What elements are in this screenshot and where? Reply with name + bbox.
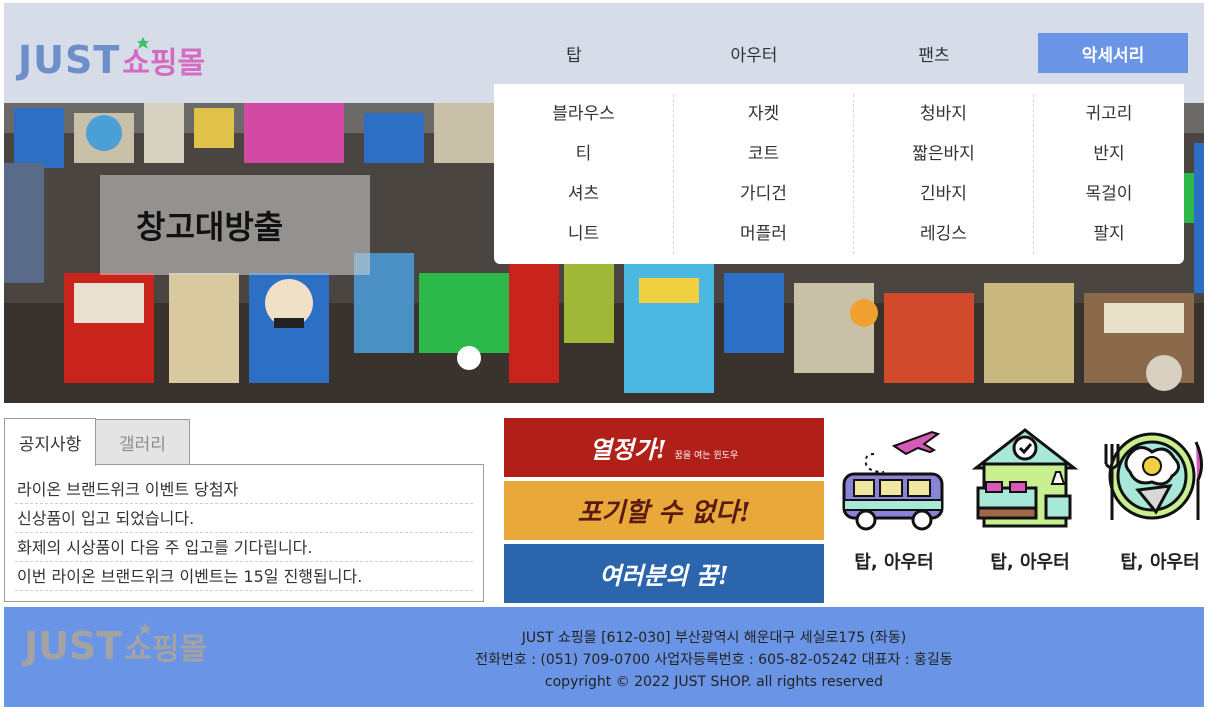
footer-contact: 전화번호 : (051) 709-0700 사업자등록번호 : 605-82-0… [475, 652, 953, 668]
house-bedroom-icon [971, 428, 1079, 528]
submenu-item[interactable]: 머플러 [740, 214, 787, 254]
ad-banner-never-give-up[interactable]: 포기할 수 없다! [504, 481, 824, 540]
logo-shop-label: 쇼핑몰 [122, 46, 206, 81]
ad-banner-your-dream[interactable]: 여러분의 꿈! [504, 544, 824, 603]
footer-address: JUST 쇼핑몰 [612-030] 부산광역시 해운대구 세실로175 (좌동… [521, 630, 907, 646]
menu-item-accessory[interactable]: 악세서리 [1038, 33, 1188, 73]
ad-text: 열정가! [589, 435, 667, 464]
category-card[interactable]: 탑, 아우터 [834, 418, 954, 603]
submenu-item[interactable]: 블라우스 [552, 94, 615, 134]
submenu-item[interactable]: 짧은바지 [912, 134, 975, 174]
tab-gallery[interactable]: 갤러리 [95, 419, 190, 465]
submenu-item[interactable]: 가디건 [740, 174, 787, 214]
ad-text: 포기할 수 없다! [577, 498, 751, 528]
travel-van-icon [842, 430, 944, 531]
submenu-item[interactable]: 레깅스 [920, 214, 967, 254]
main-menu: 탑 아우터 팬츠 악세서리 [484, 33, 1204, 73]
notice-list: 라이온 브랜드위크 이벤트 당첨자 신상품이 입고 되었습니다. 화제의 시상품… [4, 464, 484, 602]
submenu-column-outer: 자켓 코트 가디건 머플러 [674, 94, 854, 254]
menu-item-top[interactable]: 탑 [484, 33, 664, 73]
site-logo[interactable]: JUST 쇼핑몰 [18, 29, 205, 79]
menu-item-outer[interactable]: 아우터 [664, 33, 844, 73]
submenu-item[interactable]: 긴바지 [920, 174, 967, 214]
menu-item-pants[interactable]: 팬츠 [844, 33, 1024, 73]
submenu-item[interactable]: 팔지 [1093, 214, 1124, 254]
site-footer: JUST 쇼핑몰 JUST 쇼핑몰 [612-030] 부산광역시 해운대구 세… [4, 607, 1204, 707]
submenu-item[interactable]: 니트 [568, 214, 599, 254]
ad-banner-passion[interactable]: 열정가! 꿈을 여는 윈도우 [504, 418, 824, 477]
submenu-dropdown: 블라우스 티 셔츠 니트 자켓 코트 가디건 머플러 청바지 짧은바지 긴바지 … [494, 84, 1184, 264]
category-card[interactable]: 탑, 아우터 [970, 418, 1090, 603]
card-label: 탑, 아우터 [990, 552, 1070, 573]
submenu-item[interactable]: 셔츠 [568, 174, 599, 214]
category-cards: 탑, 아우터 탑, 아우터 탑, 아우터 [834, 418, 1209, 603]
submenu-item[interactable]: 귀고리 [1086, 94, 1133, 134]
submenu-column-pants: 청바지 짧은바지 긴바지 레깅스 [854, 94, 1034, 254]
leaf-icon [137, 37, 150, 49]
submenu-item[interactable]: 코트 [748, 134, 779, 174]
submenu-item[interactable]: 반지 [1093, 134, 1124, 174]
ad-subtext: 꿈을 여는 윈도우 [674, 451, 739, 461]
submenu-item[interactable]: 자켓 [748, 94, 779, 134]
submenu-column-top: 블라우스 티 셔츠 니트 [494, 94, 674, 254]
notice-tabs: 공지사항 갤러리 [4, 418, 190, 466]
submenu-column-accessory: 귀고리 반지 목걸이 팔지 [1034, 94, 1184, 254]
logo-just-text: JUST [18, 38, 121, 82]
logo-shop-text: 쇼핑몰 [122, 37, 206, 81]
banner-caption: 창고대방출 [100, 175, 370, 275]
submenu-item[interactable]: 청바지 [920, 94, 967, 134]
list-item[interactable]: 신상품이 입고 되었습니다. [15, 504, 473, 533]
footer-copyright: copyright © 2022 JUST SHOP. all rights r… [544, 674, 884, 690]
footer-info: JUST 쇼핑몰 [612-030] 부산광역시 해운대구 세실로175 (좌동… [4, 627, 1204, 693]
list-item[interactable]: 이번 라이온 브랜드위크 이벤트는 15일 진행됩니다. [15, 562, 473, 591]
list-item[interactable]: 화제의 시상품이 다음 주 입고를 기다립니다. [15, 533, 473, 562]
card-label: 탑, 아우터 [854, 552, 934, 573]
tab-notice[interactable]: 공지사항 [4, 418, 96, 466]
ad-banners: 열정가! 꿈을 여는 윈도우 포기할 수 없다! 여러분의 꿈! [504, 418, 824, 607]
list-item[interactable]: 라이온 브랜드위크 이벤트 당첨자 [15, 475, 473, 504]
card-label: 탑, 아우터 [1120, 552, 1200, 573]
ad-text: 여러분의 꿈! [599, 561, 729, 590]
submenu-item[interactable]: 티 [576, 134, 592, 174]
submenu-item[interactable]: 목걸이 [1086, 174, 1133, 214]
category-card[interactable]: 탑, 아우터 [1100, 418, 1209, 603]
food-plate-icon [1104, 432, 1203, 520]
